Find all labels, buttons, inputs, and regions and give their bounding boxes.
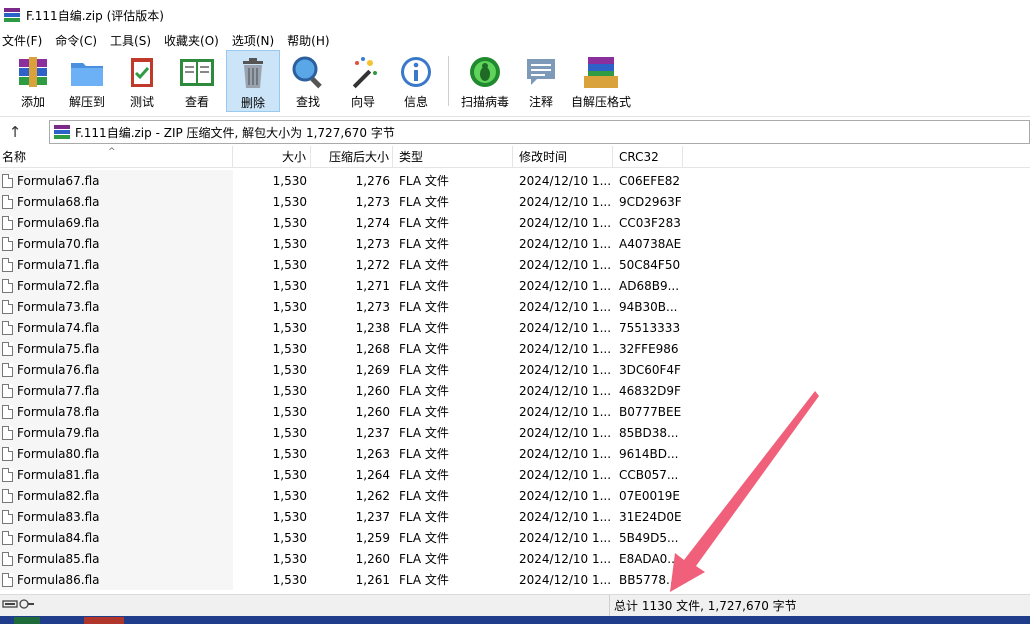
annotation-arrow-icon bbox=[670, 391, 819, 592]
